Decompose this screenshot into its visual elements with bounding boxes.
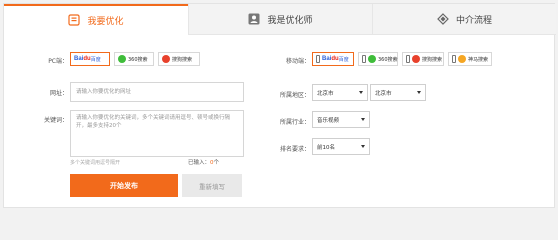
submit-button[interactable]: 开始发布 <box>70 174 178 197</box>
tab-process-label: 中介流程 <box>455 15 492 26</box>
tab-optimizer[interactable]: 我是优化师 <box>188 4 372 35</box>
keyword-textarea[interactable]: 请输入你要优化的关键词，多个关键词请用逗号、顿号或换行隔开，最多支持20个 <box>70 110 244 157</box>
mobile-engine-baidu[interactable]: Baidu 百度 <box>312 52 354 66</box>
keyword-label: 关键词： <box>43 117 68 124</box>
tab-process[interactable]: 中介流程 <box>372 4 556 35</box>
pc-engine-baidu-label: 百度 <box>90 56 101 63</box>
phone-icon <box>316 55 320 63</box>
sogou-icon <box>162 55 170 63</box>
pc-engine-sogou[interactable]: 搜狗搜索 <box>158 52 200 66</box>
keyword-count: 已输入：0个 <box>188 160 220 166</box>
mobile-engine-sogou[interactable]: 搜狗搜索 <box>402 52 444 66</box>
tab-optimizer-label: 我是优化师 <box>267 15 313 26</box>
shenma-icon <box>458 55 466 63</box>
phone-icon <box>452 55 456 63</box>
so360-icon <box>368 55 376 63</box>
mobile-engine-baidu-label: 百度 <box>338 56 349 63</box>
pc-engine-sogou-label: 搜狗搜索 <box>172 56 193 63</box>
baidu-logo-icon: Baidu <box>322 56 339 62</box>
so360-icon <box>118 55 126 63</box>
city-select[interactable]: 北京市 <box>370 84 426 101</box>
keyword-hint: 多个关键词用逗号隔开 <box>70 160 121 166</box>
diamond-icon <box>437 13 449 25</box>
pc-engine-360-label: 360搜索 <box>128 56 148 63</box>
url-label: 网址： <box>49 90 68 97</box>
province-select[interactable]: 北京市 <box>312 84 368 101</box>
mobile-engine-360[interactable]: 360搜索 <box>358 52 398 66</box>
url-input[interactable]: 请输入你要优化的网址 <box>70 82 244 102</box>
chevron-down-icon <box>359 91 363 94</box>
pc-engine-baidu[interactable]: Baidu 百度 <box>70 52 110 66</box>
industry-label: 所属行业： <box>279 119 310 126</box>
rank-select[interactable]: 前10名 <box>312 138 370 155</box>
optimize-icon <box>68 14 81 26</box>
mobile-engine-shenma[interactable]: 神马搜索 <box>448 52 492 66</box>
mobile-engine-sogou-label: 搜狗搜索 <box>422 56 443 63</box>
tab-optimize-label: 我要优化 <box>87 16 124 27</box>
pc-engine-360[interactable]: 360搜索 <box>114 52 154 66</box>
sogou-icon <box>412 55 420 63</box>
tab-optimize[interactable]: 我要优化 <box>4 4 188 35</box>
reset-button[interactable]: 重新填写 <box>182 174 242 197</box>
pc-label: PC端： <box>48 58 68 65</box>
rank-label: 排名要求： <box>279 146 310 153</box>
phone-icon <box>406 55 410 63</box>
chevron-down-icon <box>417 91 421 94</box>
tab-bar: 我要优化 我是优化师 中介流程 <box>4 4 556 35</box>
phone-icon <box>362 55 366 63</box>
region-label: 所属地区： <box>279 92 310 99</box>
chevron-down-icon <box>361 145 365 148</box>
mobile-engine-360-label: 360搜索 <box>378 56 398 63</box>
chevron-down-icon <box>361 118 365 121</box>
industry-select[interactable]: 音乐视频 <box>312 111 370 128</box>
mobile-engine-shenma-label: 神马搜索 <box>468 56 489 63</box>
user-icon <box>248 13 260 25</box>
mobile-label: 移动端： <box>285 58 310 65</box>
publish-panel: 我要优化 我是优化师 中介流程 PC端： Baidu 百度 360搜索 搜狗搜索… <box>3 3 556 208</box>
baidu-logo-icon: Baidu <box>74 56 91 62</box>
